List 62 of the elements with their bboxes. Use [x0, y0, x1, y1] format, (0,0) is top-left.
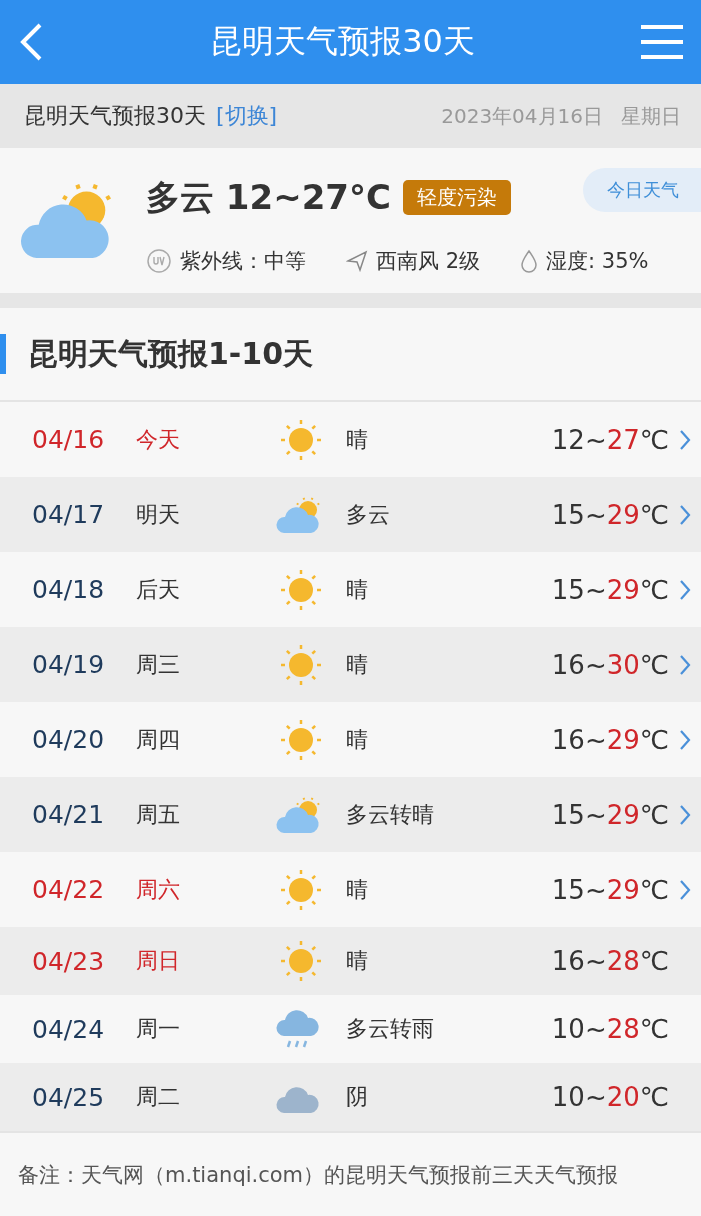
temperature-range: 12~27℃ [550, 424, 669, 455]
date-text: 04/22 [32, 875, 106, 904]
day-label: 后天 [136, 575, 181, 604]
temperature-range: 15~29℃ [550, 499, 669, 530]
note-text: 备注：天气网（m.tianqi.com）的昆明天气预报前三天天气预报 [18, 1163, 619, 1187]
date-text: 04/24 [32, 1014, 106, 1044]
day-label: 周六 [136, 875, 181, 904]
air-quality-badge: 轻度污染 [402, 180, 511, 215]
date-text: 04/17 [32, 500, 106, 529]
temperature-range: 16~29℃ [550, 724, 669, 755]
date-text: 04/20 [32, 725, 106, 754]
wind-direction-icon [346, 249, 368, 272]
forecast-row[interactable]: 04/19 周三 晴 16~30℃ [0, 627, 701, 702]
temperature-range: 15~29℃ [550, 799, 669, 830]
temperature-range: 15~29℃ [550, 874, 669, 905]
forecast-row[interactable]: 04/21 周五 多云转晴 15~29℃ [0, 777, 701, 852]
date-text: 04/16 [32, 425, 106, 454]
temperature-range: 10~20℃ [550, 1082, 669, 1112]
weather-text: 晴 [345, 725, 369, 754]
date-text: 04/23 [32, 946, 106, 976]
forecast-row[interactable]: 04/17 明天 多云 15~29℃ [0, 477, 701, 552]
uv-icon [146, 247, 172, 274]
date-text: 2023年04月16日 [441, 102, 603, 130]
humidity-icon [520, 248, 539, 273]
day-label: 周二 [136, 1083, 181, 1111]
day-label: 周三 [136, 650, 181, 679]
day-label: 明天 [136, 500, 181, 529]
weekday-text: 星期日 [621, 102, 681, 130]
weather-text: 多云转雨 [345, 1015, 435, 1043]
sun-icon [278, 938, 324, 984]
back-icon[interactable] [18, 22, 44, 62]
day-label: 今天 [136, 425, 181, 454]
day-label: 周四 [136, 725, 181, 754]
weather-text: 多云 [345, 500, 391, 529]
wind-text: 西南风 2级 [376, 247, 481, 275]
weather-text: 晴 [345, 947, 369, 975]
page-title: 昆明天气预报30天 [210, 21, 475, 62]
temperature-range: 16~28℃ [550, 946, 669, 976]
temperature-range: 10~28℃ [550, 1014, 669, 1044]
weather-text: 晴 [345, 425, 369, 454]
temperature-range: 16~30℃ [550, 649, 669, 680]
menu-icon[interactable] [641, 24, 683, 60]
day-label: 周日 [136, 947, 181, 975]
city-forecast-title: 昆明天气预报30天 [24, 102, 206, 130]
forecast-row[interactable]: 04/23 周日 晴 16~28℃ [0, 927, 701, 995]
weather-text: 晴 [345, 875, 369, 904]
current-condition: 多云 12~27°C [146, 175, 391, 219]
weather-text: 晴 [345, 650, 369, 679]
date-text: 04/25 [32, 1082, 106, 1112]
weather-text: 多云转晴 [345, 800, 435, 829]
day-label: 周五 [136, 800, 181, 829]
weather-text: 阴 [345, 1083, 369, 1111]
uv-text: 紫外线：中等 [180, 247, 306, 275]
temperature-range: 15~29℃ [550, 574, 669, 605]
humidity-text: 湿度: 35% [546, 247, 649, 275]
section-title: 昆明天气预报1-10天 [28, 334, 314, 373]
weather-text: 晴 [345, 575, 369, 604]
day-label: 周一 [136, 1015, 181, 1043]
forecast-row[interactable]: 04/25 周二 阴 10~20℃ [0, 1063, 701, 1131]
date-text: 04/19 [32, 650, 106, 679]
date-text: 04/21 [32, 800, 106, 829]
date-text: 04/18 [32, 575, 106, 604]
